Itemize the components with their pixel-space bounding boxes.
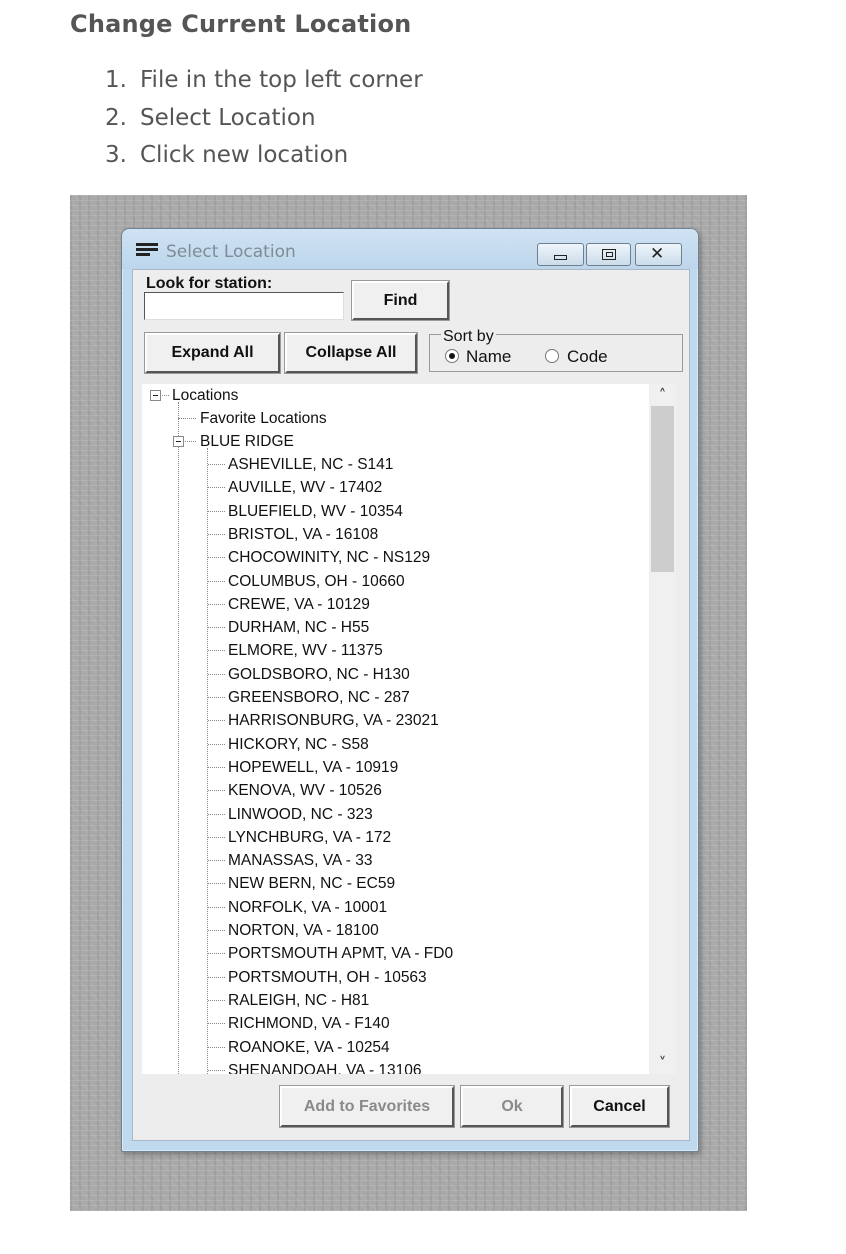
scroll-down-icon[interactable]: ˅ [649,1052,676,1074]
tree-node-station[interactable]: LYNCHBURG, VA - 172 [228,826,391,849]
add-to-favorites-button[interactable]: Add to Favorites [279,1085,455,1128]
tree-node-station[interactable]: CHOCOWINITY, NC - NS129 [228,546,430,569]
window-title: Select Location [166,242,296,262]
step-number: 2. [105,104,127,131]
scroll-thumb[interactable] [651,406,674,572]
tree-node-station[interactable]: COLUMBUS, OH - 10660 [228,570,405,593]
tree-node-station[interactable]: RICHMOND, VA - F140 [228,1012,390,1035]
tree-node-station[interactable]: ASHEVILLE, NC - S141 [228,453,393,476]
scroll-up-icon[interactable]: ˄ [649,384,676,406]
minimize-icon [554,255,567,260]
collapse-all-button[interactable]: Collapse All [284,332,418,374]
tree-node-station[interactable]: BLUEFIELD, WV - 10354 [228,500,403,523]
tree-node-station[interactable]: NORTON, VA - 18100 [228,919,379,942]
collapse-root-icon[interactable] [150,390,161,401]
collapse-region-icon[interactable] [173,436,184,447]
ok-button[interactable]: Ok [460,1085,564,1128]
tree-node-station[interactable]: ROANOKE, VA - 10254 [228,1036,390,1059]
close-icon: ✕ [650,244,665,264]
step-item: 3. Click new location [105,137,423,175]
step-number: 3. [105,142,127,168]
close-button[interactable]: ✕ [635,243,682,266]
step-text: File in the top left corner [140,67,423,93]
tree-node-station[interactable]: DURHAM, NC - H55 [228,616,369,639]
step-item: 2. Select Location [105,100,423,138]
tree-node-station[interactable]: SHENANDOAH, VA - 13106 [228,1059,422,1074]
maximize-icon [602,249,616,260]
tree-node-station[interactable]: KENOVA, WV - 10526 [228,779,382,802]
sort-code-label[interactable]: Code [567,347,608,367]
sort-code-radio[interactable] [545,349,559,363]
sort-by-group: Sort by Name Code [429,328,683,372]
step-number: 1. [105,67,127,93]
tree-node-station[interactable]: MANASSAS, VA - 33 [228,849,372,872]
screenshot-frame: Select Location ✕ Look for station: Find… [70,195,747,1211]
minimize-button[interactable] [537,243,584,266]
maximize-button[interactable] [586,243,631,266]
select-location-dialog: Select Location ✕ Look for station: Find… [121,228,699,1152]
station-search-input[interactable] [144,292,344,320]
tree-node-root[interactable]: Locations [172,384,238,407]
tree-node-station[interactable]: LINWOOD, NC - 323 [228,803,373,826]
tree-node-blue-ridge[interactable]: BLUE RIDGE [200,430,294,453]
tree-node-station[interactable]: CREWE, VA - 10129 [228,593,370,616]
sort-name-label[interactable]: Name [466,347,511,367]
locations-tree[interactable]: Locations Favorite Locations BLUE RIDGE … [142,384,676,1074]
tms-app-icon [136,243,158,259]
tree-node-station[interactable]: HOPEWELL, VA - 10919 [228,756,398,779]
tree-node-station[interactable]: PORTSMOUTH APMT, VA - FD0 [228,942,453,965]
step-text: Click new location [140,142,349,168]
tree-node-station[interactable]: NORFOLK, VA - 10001 [228,896,387,919]
tree-node-favorites[interactable]: Favorite Locations [200,407,327,430]
step-item: 1. File in the top left corner [105,62,423,100]
cancel-button[interactable]: Cancel [569,1085,670,1128]
step-text: Select Location [140,104,316,131]
tree-node-station[interactable]: BRISTOL, VA - 16108 [228,523,378,546]
tree-scrollbar[interactable]: ˄ ˅ [649,384,676,1074]
title-bar[interactable]: Select Location ✕ [122,229,698,269]
tree-node-station[interactable]: RALEIGH, NC - H81 [228,989,369,1012]
tree-node-station[interactable]: NEW BERN, NC - EC59 [228,872,395,895]
tree-node-station[interactable]: AUVILLE, WV - 17402 [228,476,382,499]
tree-node-station[interactable]: ELMORE, WV - 11375 [228,639,383,662]
sort-name-radio[interactable] [445,349,459,363]
look-for-station-label: Look for station: [146,275,273,292]
tree-node-station[interactable]: PORTSMOUTH, OH - 10563 [228,966,427,989]
tree-node-station[interactable]: GREENSBORO, NC - 287 [228,686,410,709]
sort-by-legend: Sort by [441,328,496,346]
tree-node-station[interactable]: HICKORY, NC - S58 [228,733,369,756]
page-title: Change Current Location [70,10,412,38]
dialog-client-area: Look for station: Find Expand All Collap… [132,269,690,1141]
find-button[interactable]: Find [351,280,450,321]
steps-list: 1. File in the top left corner 2. Select L… [105,62,423,175]
tree-node-station[interactable]: HARRISONBURG, VA - 23021 [228,709,439,732]
tree-node-station[interactable]: GOLDSBORO, NC - H130 [228,663,410,686]
expand-all-button[interactable]: Expand All [144,332,281,374]
